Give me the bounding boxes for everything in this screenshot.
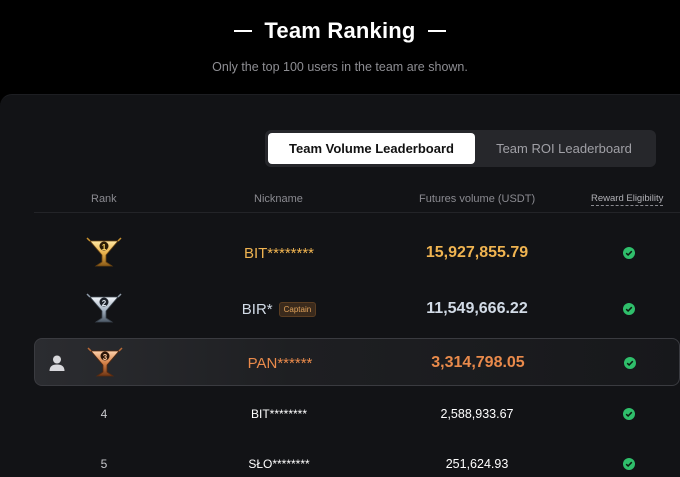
column-header-volume: Futures volume (USDT): [419, 193, 536, 205]
nickname: BIR*: [241, 300, 273, 318]
reward-eligibility-cell: [614, 285, 644, 333]
nickname: BIT********: [250, 407, 308, 421]
page-title: Team Ranking: [264, 18, 416, 43]
column-header-reward-eligibility[interactable]: Reward Eligibility: [591, 193, 664, 206]
rank-number: 5: [100, 457, 108, 471]
title-dash-right: [427, 30, 446, 32]
table-row: 5 SŁO******** 251,624.93: [34, 440, 680, 477]
tab-team-volume[interactable]: Team Volume Leaderboard: [268, 133, 475, 164]
futures-volume: 3,314,798.05: [431, 354, 525, 371]
bronze-trophy-icon: [87, 347, 123, 377]
rank-cell: 4: [84, 390, 124, 438]
check-circle-icon: [623, 303, 635, 315]
nickname-cell: SŁO********: [184, 440, 374, 477]
volume-cell: 2,588,933.67: [374, 390, 580, 438]
rank-medal-number: 2: [101, 299, 107, 308]
page-header: Team Ranking Only the top 100 users in t…: [0, 0, 680, 95]
reward-eligibility-cell: [614, 390, 644, 438]
volume-cell: 251,624.93: [374, 440, 580, 477]
user-icon: [49, 355, 65, 371]
check-circle-icon: [623, 247, 635, 259]
column-header-nickname: Nickname: [254, 193, 303, 205]
rank-medal-number: 3: [102, 353, 108, 362]
reward-eligibility-cell: [614, 440, 644, 477]
nickname-cell: BIT********: [184, 229, 374, 277]
nickname-cell: BIR* Captain: [184, 285, 374, 333]
table-row-current-user: 3 PAN****** 3,314,798.05: [34, 338, 680, 386]
rank-cell: 5: [84, 440, 124, 477]
check-circle-icon: [623, 458, 635, 470]
rank-cell: 3: [85, 339, 125, 387]
rank-number: 4: [100, 407, 108, 421]
nickname: BIT********: [243, 244, 315, 262]
check-circle-icon: [624, 357, 636, 369]
rank-cell: 2: [84, 285, 124, 333]
nickname: PAN******: [247, 354, 313, 372]
futures-volume: 2,588,933.67: [440, 407, 514, 421]
tab-team-roi[interactable]: Team ROI Leaderboard: [475, 133, 653, 164]
table-row: 2 BIR* Captain 11,549,666.22: [34, 285, 680, 333]
nickname: SŁO********: [248, 457, 310, 471]
gold-trophy-icon: [86, 237, 122, 267]
check-circle-icon: [623, 408, 635, 420]
nickname-cell: PAN******: [185, 339, 375, 387]
column-header-rank: Rank: [91, 193, 117, 205]
futures-volume: 11,549,666.22: [426, 300, 528, 317]
page-subtitle: Only the top 100 users in the team are s…: [212, 60, 468, 74]
futures-volume: 15,927,855.79: [425, 244, 529, 261]
rank-medal-number: 1: [101, 243, 107, 252]
nickname-cell: BIT********: [184, 390, 374, 438]
title-dash-left: [234, 30, 253, 32]
rank-cell: 1: [84, 229, 124, 277]
volume-cell: 15,927,855.79: [374, 229, 580, 277]
volume-cell: 3,314,798.05: [375, 339, 581, 387]
reward-eligibility-cell: [615, 339, 645, 387]
volume-cell: 11,549,666.22: [374, 285, 580, 333]
title-row: Team Ranking: [0, 18, 680, 44]
silver-trophy-icon: [86, 293, 122, 323]
table-row: 4 BIT******** 2,588,933.67: [34, 390, 680, 438]
futures-volume: 251,624.93: [445, 457, 509, 471]
header-divider: [34, 212, 680, 213]
leaderboard-tabs: Team Volume Leaderboard Team ROI Leaderb…: [265, 130, 656, 167]
reward-eligibility-cell: [614, 229, 644, 277]
captain-badge: Captain: [278, 301, 317, 317]
table-row: 1 BIT******** 15,927,855.79: [34, 229, 680, 277]
